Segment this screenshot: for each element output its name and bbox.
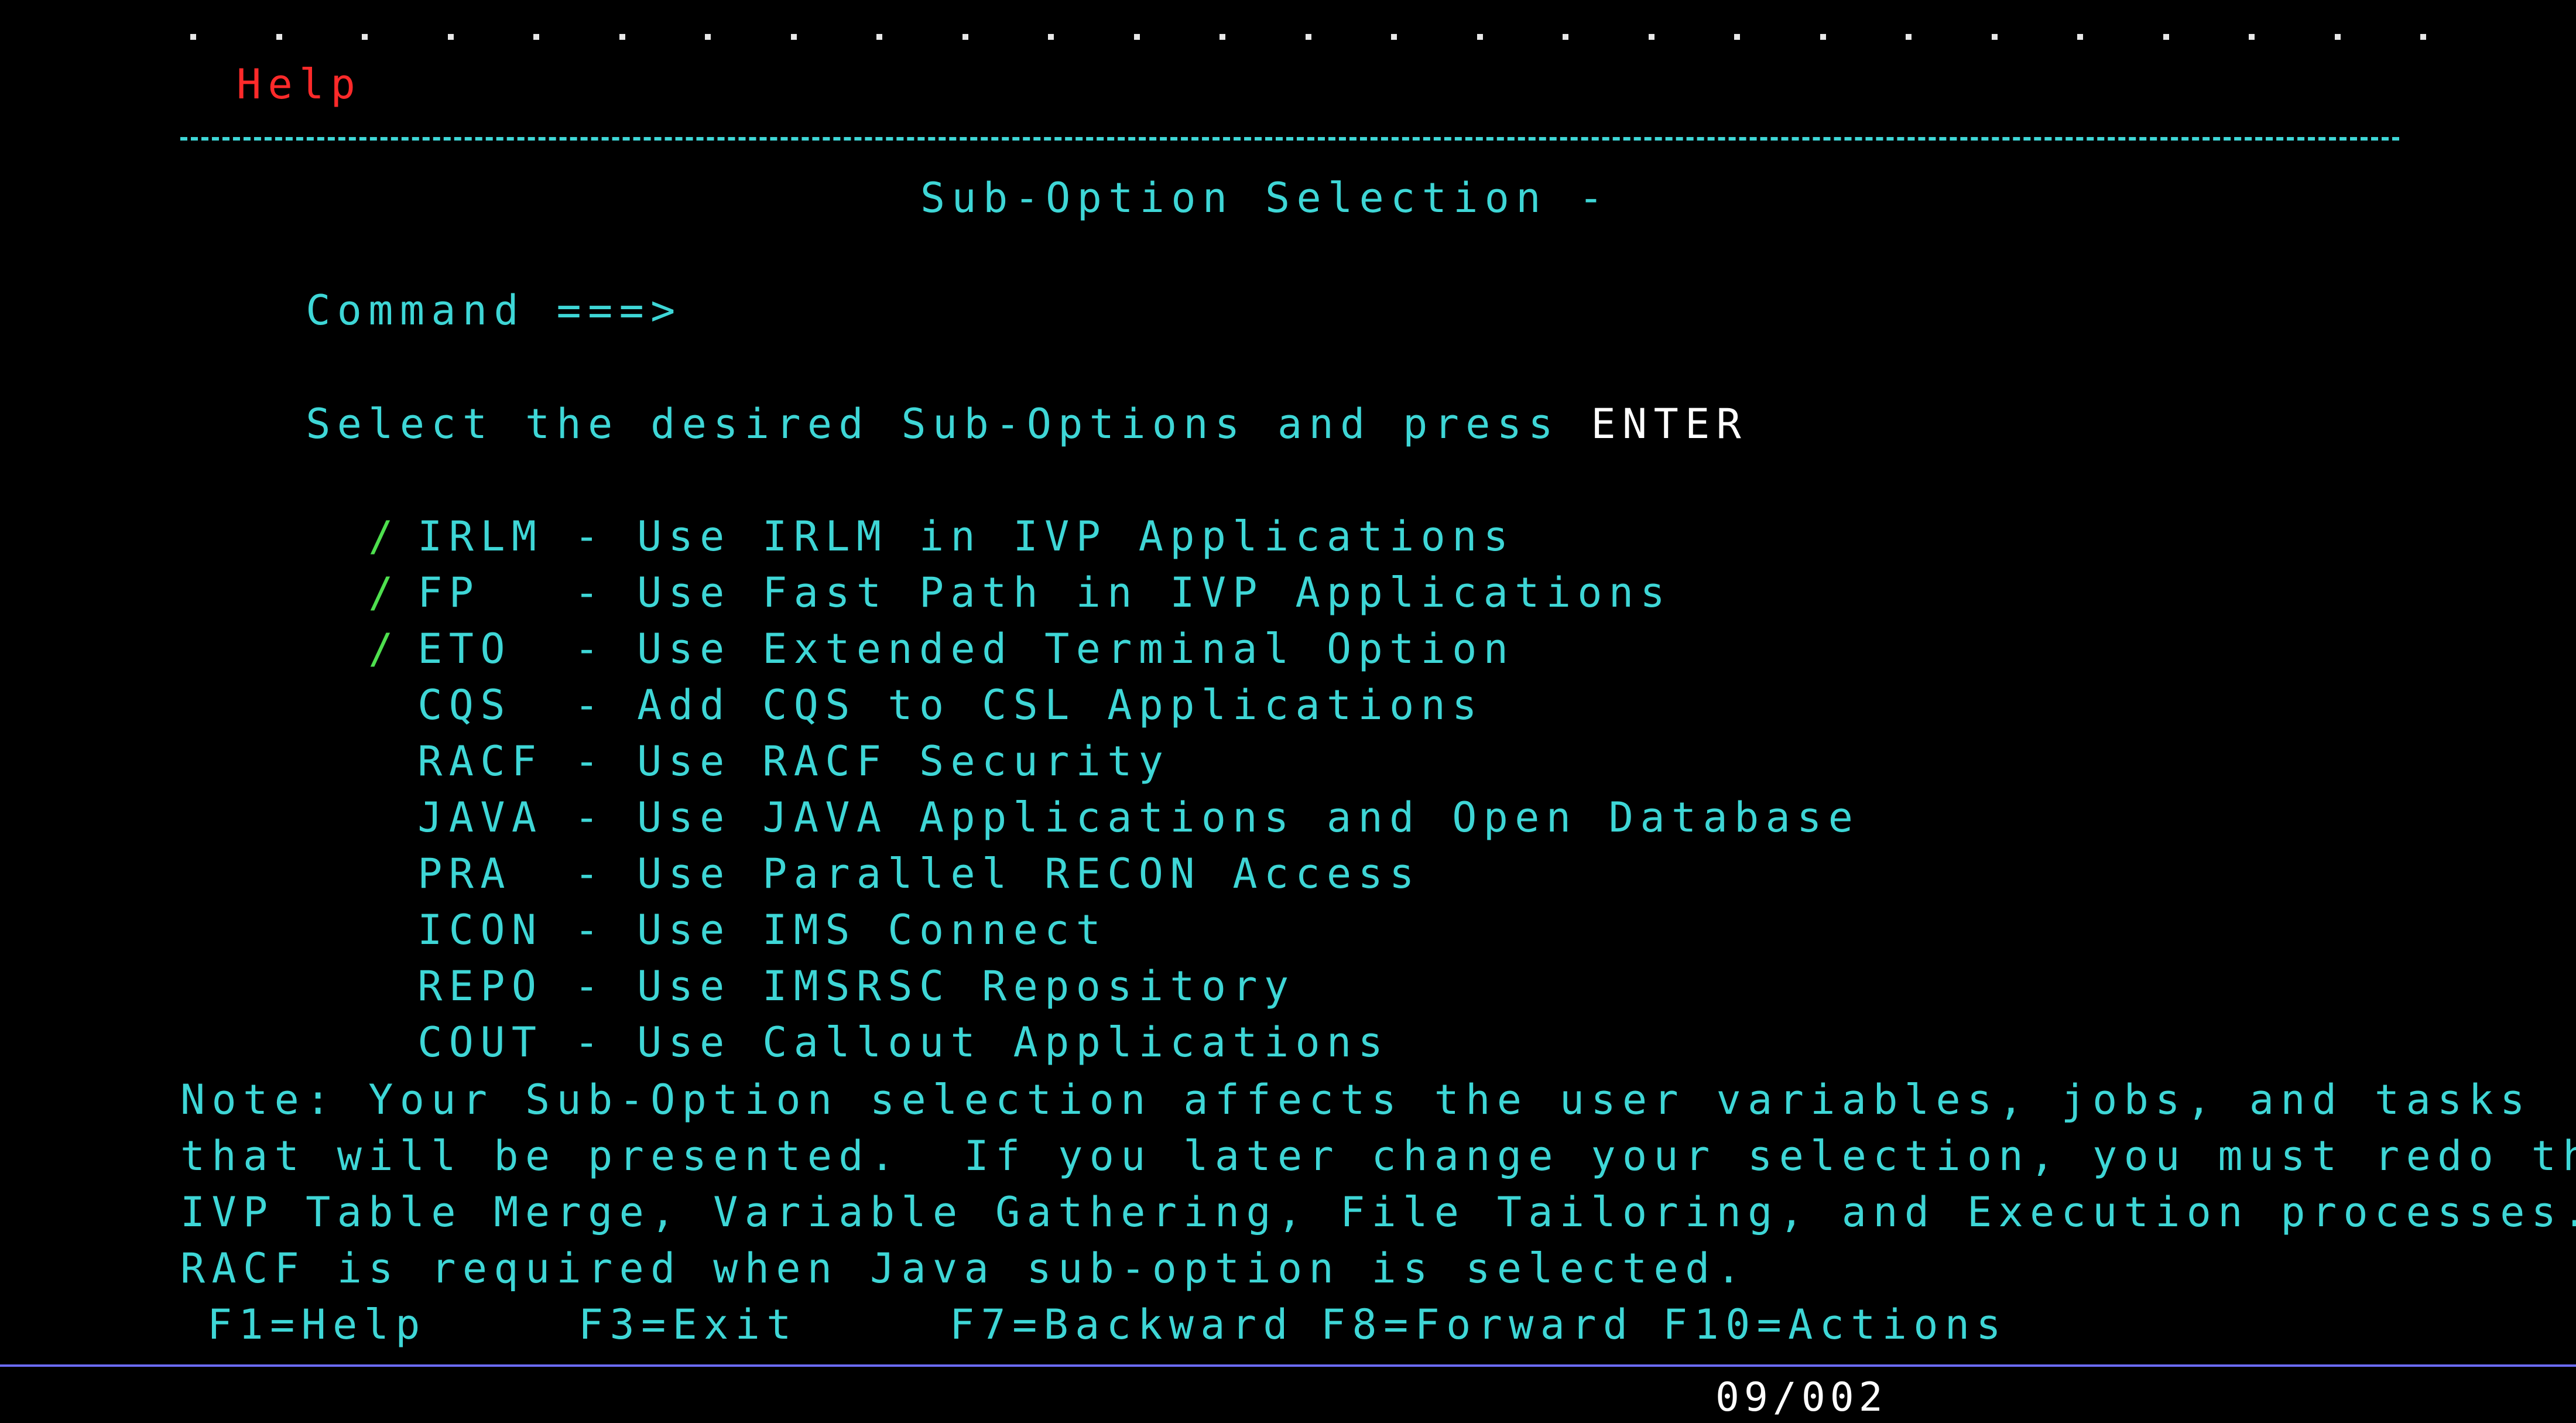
separator-dot xyxy=(2077,34,2083,40)
separator-dot xyxy=(619,34,625,40)
separator-dot xyxy=(190,34,196,40)
separator-dot xyxy=(1134,34,1140,40)
list-item: CQS - Add CQS to CSL Applications xyxy=(180,621,1484,729)
separator-dot xyxy=(705,34,711,40)
panel-title: Sub-Option Selection - xyxy=(920,174,1610,222)
panel-separator xyxy=(180,137,2399,141)
separator-dot xyxy=(1563,34,1568,40)
cursor-position: 09/002 xyxy=(1715,1374,1888,1421)
note-line: IVP Table Merge, Variable Gathering, Fil… xyxy=(180,1188,2576,1236)
list-item: / IRLM - Use IRLM in IVP Applications xyxy=(180,452,1515,560)
list-item: / FP - Use Fast Path in IVP Applications xyxy=(180,508,1671,617)
option-code: COUT xyxy=(417,1018,543,1066)
list-item: COUT - Use Callout Applications xyxy=(180,958,1389,1066)
separator-dot xyxy=(1649,34,1654,40)
f1-help-key[interactable]: F1=Help xyxy=(207,1297,427,1353)
list-item: PRA - Use Parallel RECON Access xyxy=(180,789,1421,898)
separator-dot xyxy=(2335,34,2341,40)
list-item: RACF - Use RACF Security xyxy=(180,677,1170,785)
status-bar xyxy=(0,1367,2576,1423)
note-line: that will be presented. If you later cha… xyxy=(180,1132,2576,1180)
help-menu[interactable]: Help xyxy=(237,56,362,112)
separator-dot xyxy=(1391,34,1397,40)
separator-dot xyxy=(1734,34,1740,40)
f7-backward-key[interactable]: F7=Backward xyxy=(950,1297,1294,1353)
separator-dot xyxy=(362,34,368,40)
list-item: ICON - Use IMS Connect xyxy=(180,846,1107,954)
instruction-text: Select the desired Sub-Options and press… xyxy=(180,340,1748,448)
instruction-prefix: Select the desired Sub-Options and press xyxy=(306,400,1591,448)
separator-dot xyxy=(1477,34,1483,40)
separator-dot xyxy=(1820,34,1826,40)
separator-dot xyxy=(276,34,282,40)
separator-dot xyxy=(1906,34,1912,40)
list-item: / ETO - Use Extended Terminal Option xyxy=(180,565,1515,673)
option-description: - Use Callout Applications xyxy=(574,1018,1390,1066)
separator-dot xyxy=(2249,34,2255,40)
separator-dot xyxy=(962,34,968,40)
f3-exit-key[interactable]: F3=Exit xyxy=(578,1297,798,1353)
separator-dot xyxy=(791,34,797,40)
separator-dot xyxy=(1992,34,1998,40)
separator-dot xyxy=(1048,34,1054,40)
separator-dot xyxy=(533,34,539,40)
separator-dot xyxy=(1220,34,1225,40)
list-item: REPO - Use IMSRSC Repository xyxy=(180,902,1296,1010)
separator-dot xyxy=(1306,34,1311,40)
enter-key-label: ENTER xyxy=(1591,400,1748,448)
command-label: Command ===> xyxy=(306,286,682,334)
separator-dot xyxy=(448,34,454,40)
separator-dot xyxy=(2163,34,2169,40)
separator-dot xyxy=(2420,34,2426,40)
f8-forward-key[interactable]: F8=Forward xyxy=(1321,1297,1634,1353)
f10-actions-key[interactable]: F10=Actions xyxy=(1663,1297,2008,1353)
separator-dot xyxy=(876,34,882,40)
note-line: RACF is required when Java sub-option is… xyxy=(180,1244,1748,1292)
terminal-screen: Help Sub-Option Selection - Command ===>… xyxy=(0,0,2576,1364)
list-item: JAVA - Use JAVA Applications and Open Da… xyxy=(180,733,1859,842)
command-line: Command ===> xyxy=(180,226,2321,334)
note-line: Note: Your Sub-Option selection affects … xyxy=(180,1076,2532,1124)
